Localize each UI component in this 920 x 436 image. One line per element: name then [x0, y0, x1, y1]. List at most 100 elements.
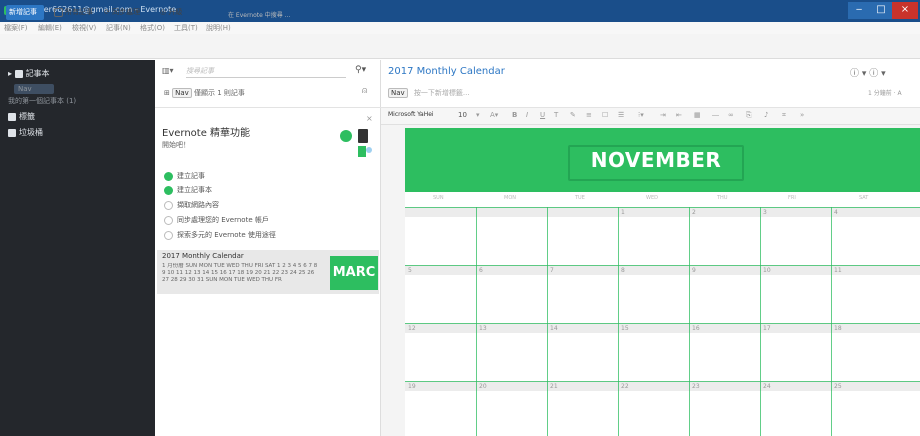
- align-icon[interactable]: ≡: [586, 111, 592, 119]
- bold-icon[interactable]: B: [512, 111, 517, 119]
- note-card-thumbnail: MARC: [330, 256, 378, 290]
- task-item[interactable]: 建立記事: [164, 171, 205, 181]
- search-icon[interactable]: ⚲▾: [355, 65, 366, 75]
- calendar-day-number: 8: [621, 267, 625, 274]
- note-card-title: Evernote 精華功能: [162, 128, 251, 139]
- menu-note[interactable]: 記事(N): [106, 23, 131, 33]
- new-note-button[interactable]: 新增記事: [6, 5, 44, 20]
- checkbox-icon[interactable]: ☐: [602, 111, 608, 119]
- note-search-input[interactable]: 搜尋記事: [186, 66, 346, 78]
- calendar-weekday-label: FRI: [788, 195, 796, 201]
- mic-icon[interactable]: ♪: [764, 111, 768, 119]
- upgrade-label: 升級: [168, 8, 183, 16]
- calendar-day-number: 20: [479, 383, 487, 390]
- calendar-day-number: 19: [408, 383, 416, 390]
- calendar-weekday-label: SAT: [859, 195, 869, 201]
- sidebar-item-trash[interactable]: 垃圾桶: [8, 127, 43, 138]
- calendar-column-line: [547, 207, 548, 436]
- close-button[interactable]: ×: [892, 2, 918, 19]
- editor-actions[interactable]: ⓘ ▾ ⓘ ▾: [850, 66, 886, 79]
- close-card-icon[interactable]: ×: [366, 114, 373, 123]
- calendar-day-number: 4: [834, 209, 838, 216]
- sync-button[interactable]: ⟳ 同步處理: [104, 6, 140, 19]
- calendar-day-number: 12: [408, 325, 416, 332]
- text-color-icon[interactable]: A▾: [490, 111, 498, 119]
- calendar-weekday-row: SUN MON TUE WED THU FRI SAT: [405, 195, 920, 207]
- sidebar-item-tags[interactable]: 標籤: [8, 111, 35, 122]
- strikethrough-icon[interactable]: T: [554, 111, 558, 119]
- unchecked-circle-icon: [164, 230, 173, 240]
- bullet-list-icon[interactable]: ☰: [618, 111, 624, 119]
- task-item[interactable]: 同步處理您的 Evernote 帳戶: [164, 215, 269, 225]
- calendar-row-line: [405, 265, 920, 266]
- maximize-button[interactable]: □: [870, 2, 892, 19]
- share-icon[interactable]: ⍝: [362, 86, 367, 96]
- menu-bar: 檔案(F) 編輯(E) 檢視(V) 記事(N) 格式(O) 工具(T) 說明(H…: [0, 22, 920, 34]
- link-icon[interactable]: ∞: [728, 111, 734, 119]
- calendar-day-number: 21: [550, 383, 558, 390]
- calendar-day-number: 7: [550, 267, 554, 274]
- menu-tools[interactable]: 工具(T): [174, 23, 198, 33]
- calendar-weekday-label: THU: [717, 195, 728, 201]
- calendar-day-number: 5: [408, 267, 412, 274]
- calendar-column-line: [831, 207, 832, 436]
- outdent-icon[interactable]: ⇤: [676, 111, 682, 119]
- font-size-selector[interactable]: 10: [458, 111, 467, 119]
- menu-file[interactable]: 檔案(F): [4, 23, 28, 33]
- tags-label: 標籤: [19, 112, 35, 121]
- calendar-day-number: 10: [763, 267, 771, 274]
- font-size-dropdown-icon[interactable]: ▾: [476, 111, 480, 119]
- menu-format[interactable]: 格式(O): [140, 23, 165, 33]
- all-notes-label: 所有記事: [65, 8, 93, 16]
- menu-help[interactable]: 說明(H): [206, 23, 231, 33]
- calendar-weekday-label: SUN: [433, 195, 444, 201]
- calendar-month: NOVEMBER: [590, 148, 722, 172]
- sidebar-item-notebooks[interactable]: ▸ 記事本: [8, 68, 50, 79]
- menu-edit[interactable]: 編輯(E): [38, 23, 62, 33]
- italic-icon[interactable]: I: [526, 111, 528, 119]
- notebook-filter-icon: ⊞: [164, 89, 173, 97]
- minimize-button[interactable]: ‒: [848, 2, 870, 19]
- note-title[interactable]: 2017 Monthly Calendar: [388, 66, 505, 77]
- code-icon[interactable]: ⌗: [782, 111, 786, 120]
- notebook-filter-chip[interactable]: Nav: [172, 88, 192, 98]
- unchecked-circle-icon: [164, 200, 173, 210]
- all-notes-button[interactable]: 所有記事: [54, 6, 93, 19]
- trash-icon: [8, 128, 16, 137]
- highlight-icon[interactable]: ✎: [570, 111, 576, 119]
- task-label: 建立記事: [177, 172, 205, 180]
- menu-view[interactable]: 檢視(V): [72, 23, 96, 33]
- notebook-icon: [14, 69, 23, 78]
- toolbar-search-hint[interactable]: 在 Evernote 中搜尋 ...: [228, 10, 290, 19]
- checked-circle-icon: [164, 171, 173, 181]
- task-label: 同步處理您的 Evernote 帳戶: [177, 216, 269, 224]
- numbered-list-icon[interactable]: ⁝▾: [638, 111, 644, 119]
- underline-icon[interactable]: U: [540, 111, 545, 119]
- feature-illustration-icon: [340, 129, 372, 157]
- view-options-icon[interactable]: ▥▾: [162, 66, 174, 75]
- calendar-day-number: 22: [621, 383, 629, 390]
- task-item[interactable]: 探索多元的 Evernote 使用途徑: [164, 230, 276, 240]
- calendar-column-line: [689, 207, 690, 436]
- task-item[interactable]: 建立記事本: [164, 185, 212, 195]
- toolbar: [0, 34, 920, 59]
- sync-label: 同步處理: [112, 8, 141, 16]
- sidebar-item-nav[interactable]: Nav: [18, 85, 32, 93]
- tag-input[interactable]: 按一下新增標籤...: [414, 89, 470, 97]
- font-selector[interactable]: Microsoft YaHei: [388, 111, 434, 118]
- table-icon[interactable]: ▦: [694, 111, 701, 119]
- attach-icon[interactable]: ⎘: [746, 111, 752, 120]
- notebook-selector[interactable]: Nav: [388, 88, 408, 98]
- indent-icon[interactable]: ⇥: [660, 111, 666, 119]
- calendar-day-number: 6: [479, 267, 483, 274]
- sidebar-item-stack[interactable]: 我的第一個記事本 (1): [8, 96, 76, 106]
- more-format-icon[interactable]: »: [800, 111, 804, 119]
- calendar-day-number: 1: [621, 209, 625, 216]
- task-item[interactable]: 擷取網路內容: [164, 200, 219, 210]
- upgrade-button[interactable]: ◎ 升級: [160, 6, 182, 19]
- editor-meta: 1 分鐘前 · A: [868, 90, 902, 97]
- task-label: 探索多元的 Evernote 使用途徑: [177, 231, 276, 239]
- divider-icon[interactable]: ―: [712, 111, 719, 119]
- calendar-row-line: [405, 323, 920, 324]
- unchecked-circle-icon: [164, 215, 173, 225]
